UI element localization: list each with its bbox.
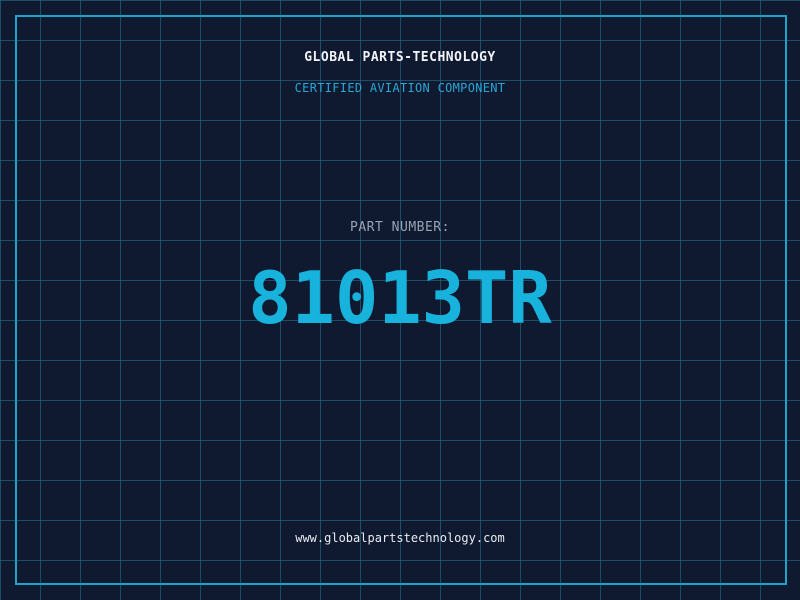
company-name: GLOBAL PARTS-TECHNOLOGY bbox=[304, 50, 496, 65]
part-number-label: PART NUMBER: bbox=[350, 220, 450, 235]
component-subtitle: CERTIFIED AVIATION COMPONENT bbox=[294, 81, 506, 95]
label-page: { "header": { "company_name": "GLOBAL PA… bbox=[0, 0, 800, 600]
website-url: www.globalpartstechnology.com bbox=[295, 531, 505, 545]
part-number-value: 81013TR bbox=[248, 256, 552, 340]
